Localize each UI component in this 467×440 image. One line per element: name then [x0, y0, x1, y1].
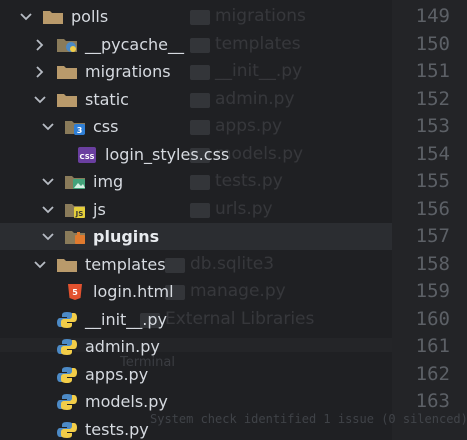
ghost-label: tests.py	[215, 171, 283, 191]
tree-item-login-html[interactable]: 5 login.html	[40, 278, 174, 305]
tree-item-templates[interactable]: templates	[32, 251, 166, 278]
js-folder-icon: JS	[64, 201, 86, 219]
tree-item-static[interactable]: static	[32, 86, 129, 113]
ghost-label: __init__.py	[215, 61, 303, 81]
tree-item-pycache[interactable]: __pycache__	[32, 31, 184, 58]
ghost-icon	[190, 175, 210, 190]
python-folder-icon	[56, 36, 78, 54]
line-number: 159	[415, 280, 450, 302]
tree-item-label: __init__.py	[85, 310, 168, 329]
css-folder-icon: 3	[64, 118, 86, 136]
tree-item-label: polls	[71, 7, 109, 26]
tree-item-migrations[interactable]: migrations	[32, 58, 171, 85]
ghost-label: External Libraries	[165, 309, 315, 329]
line-number: 160	[415, 307, 450, 330]
line-number: 158	[415, 252, 450, 275]
html-file-icon: 5	[64, 283, 86, 301]
ghost-icon	[190, 120, 210, 135]
ghost-label: db.sqlite3	[190, 254, 275, 274]
tree-item-label: css	[93, 117, 119, 136]
python-file-icon	[56, 366, 78, 384]
line-number: 151	[415, 60, 450, 82]
python-file-icon	[56, 311, 78, 329]
line-number: 161	[415, 335, 450, 357]
plugins-folder-icon	[64, 228, 86, 246]
folder-icon	[56, 91, 78, 109]
tree-item-label: login.html	[93, 282, 174, 301]
svg-text:CSS: CSS	[79, 153, 94, 161]
folder-icon	[42, 8, 64, 26]
tree-item-init-py[interactable]: __init__.py	[32, 306, 167, 333]
svg-text:5: 5	[72, 288, 78, 297]
tree-item-label: js	[93, 200, 106, 219]
line-number: 153	[415, 115, 450, 137]
line-number: 152	[415, 87, 450, 110]
ghost-icon	[190, 203, 210, 218]
chevron-down-icon[interactable]	[40, 174, 56, 190]
terminal-tab-label[interactable]: Terminal	[120, 355, 175, 370]
python-file-icon	[56, 338, 78, 356]
tree-item-plugins[interactable]: plugins	[40, 223, 159, 250]
tree-item-css[interactable]: 3 css	[40, 113, 118, 140]
tree-item-login-styles-css[interactable]: CSS login_styles.css	[52, 141, 229, 168]
ghost-label: manage.py	[190, 281, 286, 301]
console-output: System check identified 1 issue (0 silen…	[150, 412, 467, 426]
ide-project-panel: migrations templates __init__.py admin.py ap…	[0, 0, 467, 440]
folder-icon	[56, 256, 78, 274]
tree-item-label: tests.py	[85, 420, 149, 439]
image-folder-icon	[64, 173, 86, 191]
tree-item-polls[interactable]: polls	[18, 3, 108, 30]
line-number: 150	[415, 32, 450, 55]
chevron-down-icon[interactable]	[32, 92, 48, 108]
tree-item-label: migrations	[85, 62, 171, 81]
svg-text:JS: JS	[75, 210, 84, 218]
css-file-icon: CSS	[76, 146, 98, 164]
line-number: 156	[415, 197, 450, 220]
python-file-icon	[56, 421, 78, 439]
ghost-icon	[190, 93, 210, 108]
line-number: 162	[415, 362, 450, 385]
line-number: 154	[415, 142, 450, 165]
tree-item-models-py[interactable]: models.py	[32, 388, 168, 415]
chevron-down-icon[interactable]	[40, 202, 56, 218]
tree-item-label: img	[93, 172, 124, 191]
line-number: 163	[415, 390, 450, 412]
line-number-gutter: 149 150 151 152 153 154 155 156 157 158 159 160 161 1…	[392, 0, 467, 440]
chevron-down-icon[interactable]	[40, 119, 56, 135]
line-number: 149	[415, 5, 450, 27]
ghost-icon	[165, 258, 185, 273]
tree-item-label: models.py	[85, 392, 168, 411]
tree-item-label: __pycache__	[85, 35, 185, 54]
ghost-label: apps.py	[215, 116, 283, 136]
tree-item-img[interactable]: img	[40, 168, 123, 195]
tree-item-label: templates	[85, 255, 166, 274]
chevron-right-icon[interactable]	[32, 37, 48, 53]
chevron-down-icon[interactable]	[40, 229, 56, 245]
line-number: 157	[415, 225, 450, 247]
tree-item-label: static	[85, 90, 129, 109]
tree-item-label: admin.py	[85, 337, 160, 356]
python-file-icon	[56, 393, 78, 411]
tree-item-label: plugins	[93, 227, 160, 246]
tree-item-tests-py[interactable]: tests.py	[32, 416, 149, 440]
ghost-label: admin.py	[215, 89, 295, 109]
ghost-label: urls.py	[215, 199, 273, 219]
tree-item-label: login_styles.css	[105, 145, 230, 164]
chevron-down-icon[interactable]	[32, 257, 48, 273]
ghost-label: templates	[215, 34, 301, 54]
ghost-icon	[190, 65, 210, 80]
ghost-icon	[190, 38, 210, 53]
chevron-right-icon[interactable]	[32, 64, 48, 80]
folder-icon	[56, 63, 78, 81]
line-number: 155	[415, 170, 450, 192]
ghost-icon	[190, 10, 210, 25]
ghost-label: migrations	[215, 6, 306, 26]
chevron-down-icon[interactable]	[18, 9, 34, 25]
svg-text:3: 3	[77, 126, 83, 135]
tree-item-js[interactable]: JS js	[40, 196, 106, 223]
